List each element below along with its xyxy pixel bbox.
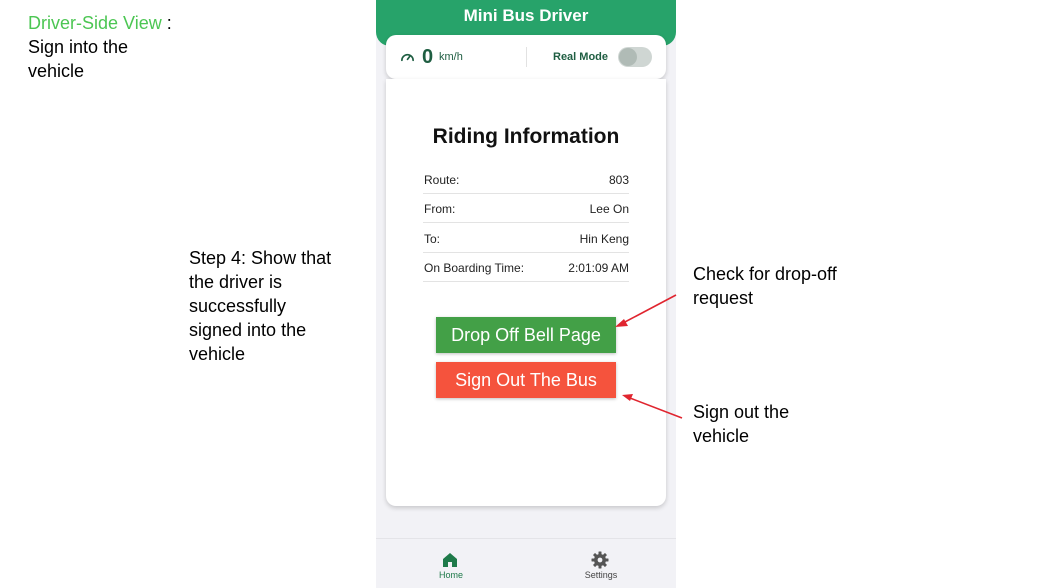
sign-out-bus-button[interactable]: Sign Out The Bus bbox=[436, 362, 616, 398]
info-key: Route: bbox=[424, 173, 460, 187]
slide-title-rest: : bbox=[161, 13, 172, 33]
status-card: 0 km/h Real Mode bbox=[386, 35, 666, 79]
annotation-check-dropoff: Check for drop-off request bbox=[693, 264, 837, 308]
toggle-knob bbox=[619, 48, 637, 66]
phone-screen: Mini Bus Driver 0 km/h Real Mode Riding … bbox=[376, 0, 676, 588]
info-row-boarding-time: On Boarding Time: 2:01:09 AM bbox=[423, 252, 629, 282]
real-mode-label: Real Mode bbox=[553, 51, 609, 63]
app-title: Mini Bus Driver bbox=[463, 6, 589, 25]
tab-settings[interactable]: Settings bbox=[526, 539, 676, 588]
riding-info-card: Riding Information Route: 803 From: Lee … bbox=[386, 79, 666, 506]
real-mode-toggle[interactable] bbox=[618, 47, 652, 67]
tab-home-label: Home bbox=[438, 570, 463, 580]
tab-settings-label: Settings bbox=[584, 570, 618, 580]
info-value: 2:01:09 AM bbox=[568, 261, 629, 275]
info-row-to: To: Hin Keng bbox=[423, 223, 629, 253]
speed-value: 0 bbox=[422, 46, 434, 68]
tab-bar: Home Settings bbox=[376, 538, 676, 588]
info-value: Lee On bbox=[589, 202, 629, 216]
card-divider bbox=[526, 47, 527, 67]
info-key: To: bbox=[424, 232, 441, 246]
drop-off-bell-button[interactable]: Drop Off Bell Page bbox=[436, 317, 616, 353]
slide-title: Driver-Side View : bbox=[28, 11, 172, 35]
info-row-route: Route: 803 bbox=[423, 164, 629, 194]
info-row-from: From: Lee On bbox=[423, 193, 629, 223]
speedometer-icon bbox=[401, 53, 414, 62]
info-key: From: bbox=[424, 202, 456, 216]
info-key: On Boarding Time: bbox=[424, 261, 525, 275]
speed-unit: km/h bbox=[439, 51, 463, 63]
info-value: Hin Keng bbox=[579, 232, 629, 246]
gear-icon bbox=[591, 551, 609, 569]
info-value: 803 bbox=[608, 173, 629, 187]
tab-home[interactable]: Home bbox=[376, 539, 526, 588]
step-note: Step 4: Show that the driver is successf… bbox=[189, 248, 332, 364]
slide-title-accent: Driver-Side View bbox=[28, 13, 162, 33]
riding-info-title: Riding Information bbox=[432, 125, 620, 148]
slide-subtitle: Sign into the vehicle bbox=[28, 37, 129, 81]
home-icon bbox=[443, 553, 457, 567]
annotation-sign-out: Sign out the vehicle bbox=[693, 402, 790, 446]
